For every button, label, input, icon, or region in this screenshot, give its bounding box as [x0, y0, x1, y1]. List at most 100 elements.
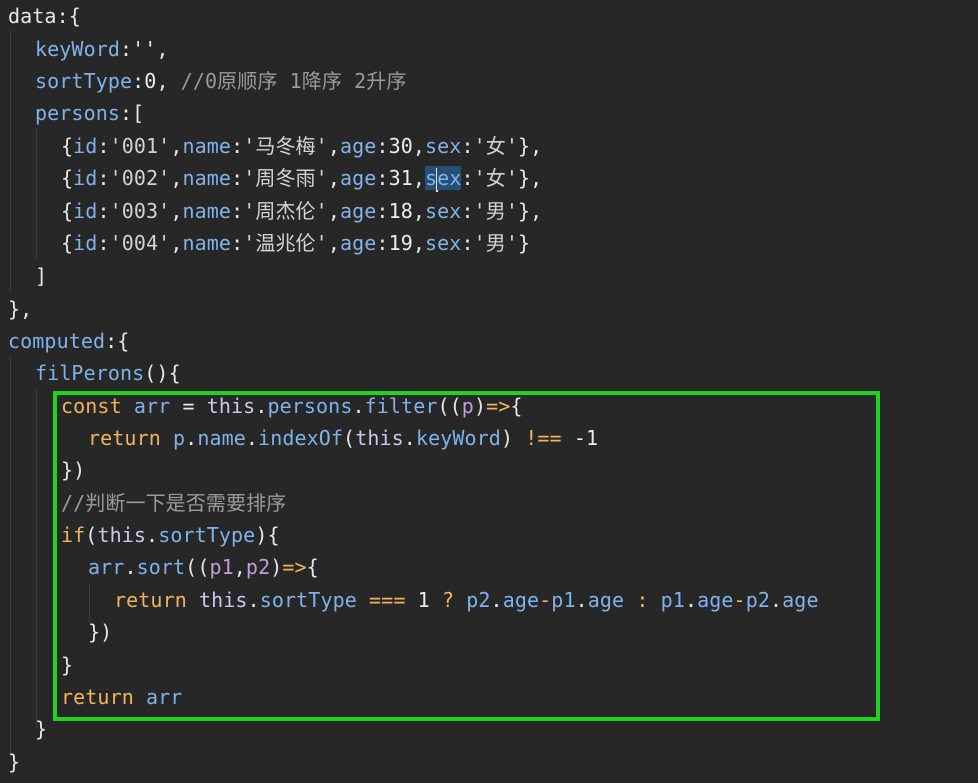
code-token: } — [35, 717, 48, 741]
code-token: age — [339, 199, 377, 223]
code-token: } — [8, 750, 21, 774]
code-token: { — [61, 134, 74, 158]
code-token: { — [510, 394, 523, 418]
code-line[interactable]: } — [35, 713, 47, 745]
code-line[interactable]: arr.sort((p1,p2)=>{ — [88, 551, 319, 583]
code-token: , — [412, 199, 426, 223]
code-token: '女' — [473, 134, 518, 158]
code-token: persons — [267, 394, 353, 418]
code-token: . — [247, 588, 260, 612]
code-token: }, — [518, 134, 543, 158]
code-token: ( — [85, 523, 98, 547]
code-token: }, — [8, 297, 33, 321]
code-line[interactable]: ] — [35, 260, 47, 292]
code-token: this — [97, 523, 147, 547]
code-line[interactable]: return p.name.indexOf(this.keyWord) !== … — [88, 422, 598, 454]
code-token: => — [282, 555, 307, 579]
code-line[interactable]: filPerons(){ — [35, 357, 181, 389]
code-token: name — [182, 166, 232, 190]
code-line[interactable]: //判断一下是否需要排序 — [61, 487, 286, 519]
code-token: , — [412, 231, 426, 255]
code-line[interactable]: }) — [61, 454, 85, 486]
code-token: . — [770, 588, 783, 612]
code-token: '003' — [109, 199, 171, 223]
code-line[interactable]: } — [8, 746, 20, 778]
code-token: ) — [500, 426, 526, 450]
code-token: , — [170, 231, 183, 255]
code-token: : — [231, 134, 244, 158]
code-token: . — [575, 588, 588, 612]
code-token: name — [197, 426, 246, 450]
code-token: { — [61, 199, 74, 223]
code-token: id — [73, 231, 98, 255]
code-line[interactable]: {id:'003',name:'周杰伦',age:18,sex:'男'}, — [61, 195, 542, 227]
code-line[interactable]: {id:'004',name:'温兆伦',age:19,sex:'男'} — [61, 227, 530, 259]
code-token: . — [490, 588, 503, 612]
code-token: p2 — [245, 555, 271, 579]
code-line[interactable]: data:{ — [8, 0, 81, 32]
code-token: const — [61, 394, 134, 418]
code-token: p1 — [660, 588, 685, 612]
code-token: filPerons — [35, 361, 145, 385]
code-token: . — [403, 426, 416, 450]
code-token: sex — [425, 134, 462, 158]
code-token: '温兆伦' — [243, 231, 328, 255]
code-token: '004' — [109, 231, 171, 255]
code-token: (( — [185, 555, 210, 579]
code-line[interactable]: } — [61, 649, 73, 681]
code-token: return — [88, 426, 173, 450]
code-token: name — [182, 231, 232, 255]
code-token: - — [539, 588, 552, 612]
code-line[interactable]: {id:'001',name:'马冬梅',age:30,sex:'女'}, — [61, 130, 542, 162]
code-token: : — [461, 231, 474, 255]
indent-guide — [10, 30, 11, 292]
code-token: name — [182, 134, 232, 158]
code-line[interactable]: return this.sortType === 1 ? p2.age-p1.a… — [114, 584, 819, 616]
code-line[interactable]: }, — [8, 293, 32, 325]
code-token: , — [412, 166, 426, 190]
code-token: this — [199, 588, 248, 612]
code-token: { — [61, 231, 74, 255]
code-line[interactable]: keyWord:'', — [35, 33, 169, 65]
code-token: (( — [437, 394, 462, 418]
indent-guide — [10, 356, 11, 756]
code-token: , — [327, 199, 340, 223]
code-token: age — [502, 588, 540, 612]
code-token: age — [782, 588, 819, 612]
code-line[interactable]: {id:'002',name:'周冬雨',age:31,sex:'女'}, — [61, 162, 542, 194]
code-token: { — [306, 555, 319, 579]
code-token: sex — [425, 231, 462, 255]
code-token: }) — [61, 458, 86, 482]
code-token: '002' — [109, 166, 171, 190]
code-token: sortType — [35, 69, 133, 93]
code-token: . — [684, 588, 698, 612]
code-token: ) — [270, 555, 283, 579]
code-token: arr — [146, 685, 183, 709]
code-token: age — [339, 134, 377, 158]
code-token: 0 — [144, 69, 157, 93]
code-token: arr — [133, 394, 171, 418]
code-token: : — [97, 199, 110, 223]
code-token: :[ — [120, 101, 145, 125]
code-line[interactable]: persons:[ — [35, 97, 144, 129]
code-line[interactable]: sortType:0, //0原顺序 1降序 2升序 — [35, 65, 406, 97]
code-token: p2 — [466, 588, 491, 612]
code-line[interactable]: if(this.sortType){ — [61, 519, 280, 551]
code-line[interactable]: return arr — [61, 681, 182, 713]
code-line[interactable]: const arr = this.persons.filter((p)=>{ — [61, 390, 523, 422]
code-token: '女' — [473, 166, 519, 190]
code-token: - — [733, 588, 746, 612]
code-token: === — [369, 588, 406, 612]
code-token: arr — [88, 555, 125, 579]
code-token: persons — [35, 101, 120, 125]
code-token: : — [376, 199, 389, 223]
code-token: : — [231, 199, 244, 223]
code-editor[interactable]: data:{ keyWord:'', sortType:0, //0原顺序 1降… — [0, 0, 978, 783]
code-token: , — [233, 555, 246, 579]
code-token: : — [231, 231, 244, 255]
code-line[interactable]: }) — [88, 616, 112, 648]
code-line[interactable]: computed:{ — [8, 325, 129, 357]
code-token: : — [376, 134, 389, 158]
